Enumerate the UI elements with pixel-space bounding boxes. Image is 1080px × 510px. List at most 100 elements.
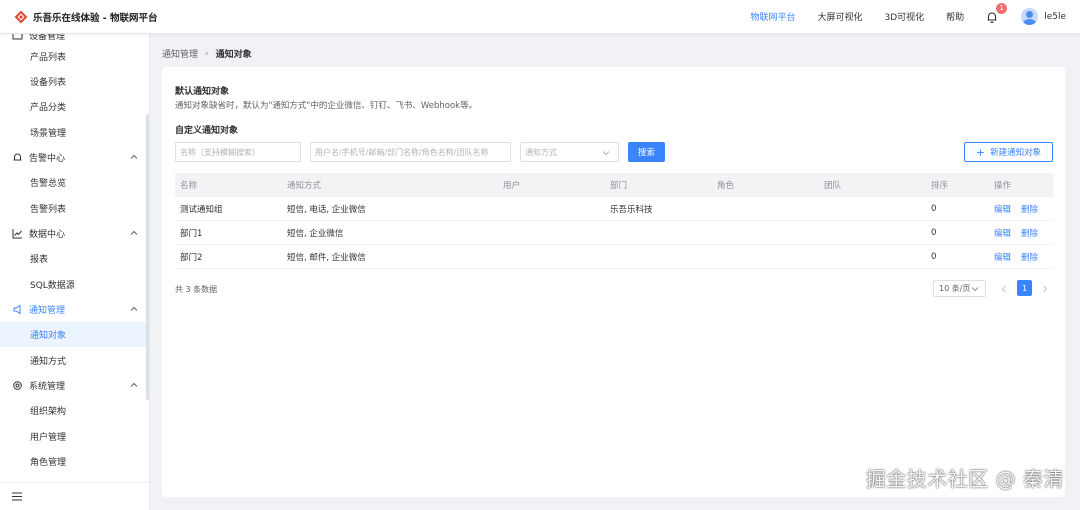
page-number-current[interactable]: 1 bbox=[1017, 280, 1032, 296]
notification-bell[interactable]: 1 bbox=[985, 2, 1008, 24]
breadcrumb: 通知管理 › 通知对象 bbox=[162, 47, 252, 61]
sidebar-item-label: 角色管理 bbox=[30, 458, 67, 468]
cell-name: 部门2 bbox=[180, 252, 203, 263]
sidebar-item-sql-source[interactable]: SQL数据源 bbox=[0, 272, 149, 297]
line-chart-icon bbox=[12, 229, 22, 239]
notify-method-select[interactable]: 通知方式 bbox=[520, 142, 619, 162]
chevron-down-icon bbox=[971, 287, 979, 292]
name-search-placeholder: 名称（支持模糊搜索） bbox=[180, 147, 260, 157]
default-section-title: 默认通知对象 bbox=[175, 87, 230, 97]
new-button-label: 新建通知对象 bbox=[990, 148, 1042, 158]
user-menu[interactable]: le5le bbox=[1021, 8, 1066, 25]
sidebar-item-label: 报表 bbox=[30, 255, 49, 265]
table-row: 部门1 短信, 企业微信 0 编辑 删除 bbox=[175, 221, 1053, 245]
column-header: 操作 bbox=[994, 181, 1012, 191]
menu-collapse-icon[interactable] bbox=[12, 492, 22, 501]
sidebar-item-alarm-list[interactable]: 告警列表 bbox=[0, 196, 149, 221]
sidebar-item-label: SQL数据源 bbox=[30, 281, 75, 291]
username: le5le bbox=[1044, 11, 1066, 22]
cell-department: 乐吾乐科技 bbox=[610, 204, 653, 215]
search-button[interactable]: 搜索 bbox=[628, 142, 665, 162]
sidebar-item-label: 告警总览 bbox=[30, 179, 67, 189]
delete-link[interactable]: 删除 bbox=[1021, 205, 1038, 215]
sidebar-item-label: 产品列表 bbox=[30, 53, 67, 63]
sidebar-item-label: 通知方式 bbox=[30, 357, 67, 367]
sidebar-scrollbar[interactable] bbox=[146, 114, 149, 400]
edit-link[interactable]: 编辑 bbox=[994, 253, 1011, 263]
next-page-button[interactable] bbox=[1039, 281, 1051, 296]
table-header: 名称 通知方式 用户 部门 角色 团队 排序 操作 bbox=[175, 173, 1053, 197]
edit-link[interactable]: 编辑 bbox=[994, 205, 1011, 215]
watermark: 掘金技术社区 @ 秦清 bbox=[865, 467, 1064, 491]
sidebar-group-notification[interactable]: 通知管理 bbox=[0, 297, 149, 322]
sidebar-item-user-management[interactable]: 用户管理 bbox=[0, 424, 149, 449]
top-bar: 乐吾乐在线体验 - 物联网平台 物联网平台 大屏可视化 3D可视化 帮助 1 l… bbox=[0, 0, 1080, 34]
breadcrumb-separator-icon: › bbox=[205, 48, 209, 59]
column-header: 团队 bbox=[824, 181, 842, 191]
sidebar-item-org[interactable]: 组织架构 bbox=[0, 398, 149, 423]
column-header: 名称 bbox=[180, 181, 198, 191]
table-row: 部门2 短信, 邮件, 企业微信 0 编辑 删除 bbox=[175, 245, 1053, 269]
column-header: 角色 bbox=[717, 181, 735, 191]
column-header: 用户 bbox=[503, 181, 521, 191]
page-size-select[interactable]: 10 条/页 bbox=[933, 280, 986, 297]
nav-iot-platform[interactable]: 物联网平台 bbox=[750, 10, 795, 23]
table-row: 测试通知组 短信, 电话, 企业微信 乐吾乐科技 0 编辑 删除 bbox=[175, 197, 1053, 221]
sidebar-item-label: 产品分类 bbox=[30, 103, 67, 113]
sidebar-item-notify-target[interactable]: 通知对象 bbox=[0, 322, 149, 347]
sidebar-item-product-list[interactable]: 产品列表 bbox=[0, 44, 149, 69]
nav-help[interactable]: 帮助 bbox=[946, 10, 964, 23]
sidebar-group-alarm[interactable]: 告警中心 bbox=[0, 145, 149, 170]
cell-actions: 编辑 删除 bbox=[989, 227, 1053, 239]
page-size-value: 10 条/页 bbox=[939, 284, 971, 293]
megaphone-icon bbox=[13, 304, 21, 315]
sidebar-item-notify-method[interactable]: 通知方式 bbox=[0, 348, 149, 373]
logo-icon bbox=[14, 10, 28, 23]
contact-search-input[interactable]: 用户名/手机号/邮箱/部门名称/角色名称/团队名称 bbox=[310, 142, 511, 162]
chevron-down-icon bbox=[602, 151, 610, 156]
delete-link[interactable]: 删除 bbox=[1021, 229, 1038, 239]
breadcrumb-parent[interactable]: 通知管理 bbox=[162, 47, 198, 60]
sidebar-item-label: 设备列表 bbox=[30, 78, 67, 88]
sidebar-item-device-list[interactable]: 设备列表 bbox=[0, 69, 149, 94]
notify-method-placeholder: 通知方式 bbox=[525, 147, 557, 157]
cell-methods: 短信, 邮件, 企业微信 bbox=[287, 252, 366, 263]
sidebar-group-system[interactable]: 系统管理 bbox=[0, 373, 149, 398]
sidebar-group-data[interactable]: 数据中心 bbox=[0, 221, 149, 246]
cell-actions: 编辑 删除 bbox=[989, 251, 1053, 263]
sidebar-item-label: 场景管理 bbox=[30, 129, 67, 139]
sidebar-item-label: 告警列表 bbox=[30, 205, 67, 215]
sidebar-item-report[interactable]: 报表 bbox=[0, 246, 149, 271]
breadcrumb-current: 通知对象 bbox=[215, 50, 252, 60]
nav-3d[interactable]: 3D可视化 bbox=[885, 10, 925, 23]
device-icon bbox=[12, 34, 23, 40]
cell-name: 部门1 bbox=[180, 228, 203, 239]
plus-icon: + bbox=[975, 145, 986, 159]
edit-link[interactable]: 编辑 bbox=[994, 229, 1011, 239]
notification-badge: 1 bbox=[996, 2, 1008, 14]
app-title: 乐吾乐在线体验 - 物联网平台 bbox=[33, 12, 158, 24]
sidebar-item-product-category[interactable]: 产品分类 bbox=[0, 94, 149, 119]
cell-name: 测试通知组 bbox=[180, 204, 223, 215]
column-header: 排序 bbox=[931, 181, 949, 191]
new-notify-target-button[interactable]: + 新建通知对象 bbox=[964, 142, 1053, 162]
main-card: 默认通知对象 通知对象缺省时，默认为"通知方式"中的企业微信、钉钉、飞书、Web… bbox=[162, 67, 1065, 497]
delete-link[interactable]: 删除 bbox=[1021, 253, 1038, 263]
sidebar-item-scene-management[interactable]: 场景管理 bbox=[0, 120, 149, 145]
custom-section-title: 自定义通知对象 bbox=[175, 126, 239, 136]
gear-icon bbox=[13, 381, 22, 390]
chevron-up-icon bbox=[130, 306, 138, 311]
app-logo[interactable]: 乐吾乐在线体验 - 物联网平台 bbox=[14, 10, 158, 24]
prev-page-button[interactable] bbox=[998, 281, 1010, 296]
sidebar-item-alarm-overview[interactable]: 告警总览 bbox=[0, 170, 149, 195]
cell-order: 0 bbox=[931, 203, 937, 214]
cell-methods: 短信, 电话, 企业微信 bbox=[287, 204, 366, 215]
name-search-input[interactable]: 名称（支持模糊搜索） bbox=[175, 142, 301, 162]
sidebar-group-label: 数据中心 bbox=[29, 230, 66, 240]
top-nav: 物联网平台 大屏可视化 3D可视化 帮助 1 le5le bbox=[739, 0, 1080, 34]
sidebar-item-role-management[interactable]: 角色管理 bbox=[0, 449, 149, 474]
total-count: 共 3 条数据 bbox=[175, 285, 218, 294]
sidebar-item-label: 通知对象 bbox=[30, 331, 67, 341]
chevron-right-icon bbox=[1043, 285, 1048, 292]
nav-big-screen[interactable]: 大屏可视化 bbox=[817, 10, 862, 23]
